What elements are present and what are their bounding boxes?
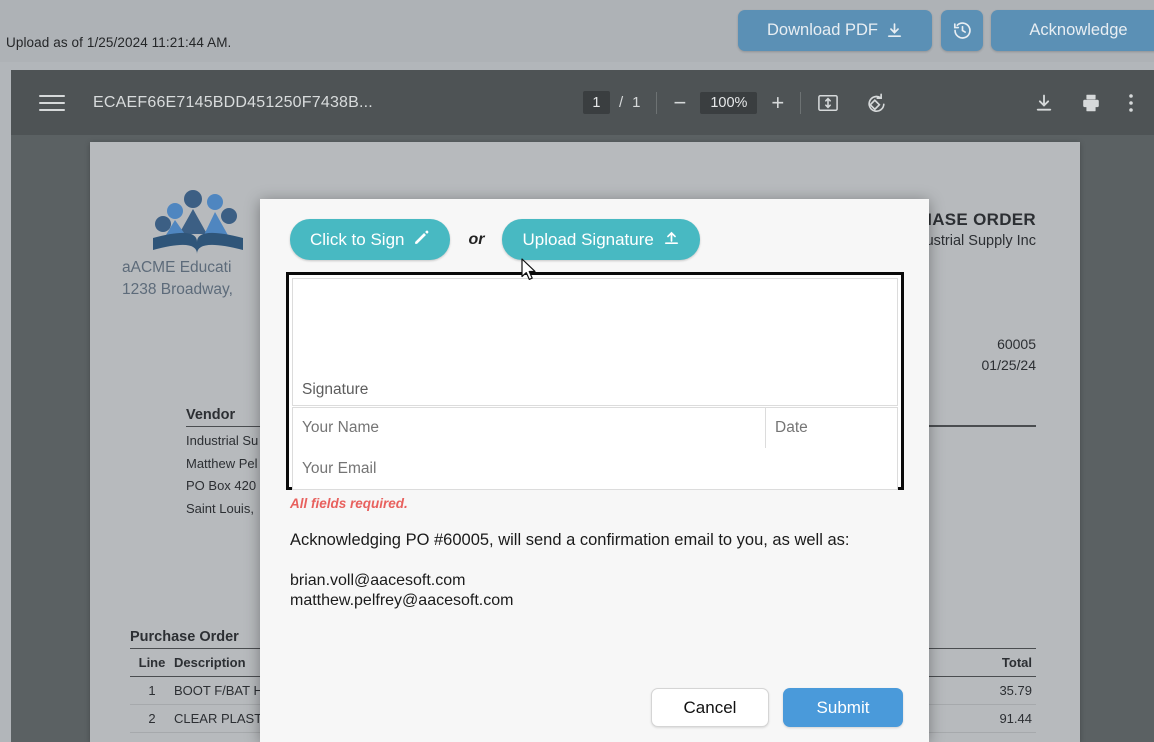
modal-footer-buttons: Cancel Submit xyxy=(651,688,903,727)
pdf-cell-line: 2 xyxy=(148,711,156,726)
toolbar-divider xyxy=(656,91,658,114)
fit-page-icon[interactable] xyxy=(817,93,839,113)
signature-placeholder-label: Signature xyxy=(302,381,369,398)
upload-signature-label: Upload Signature xyxy=(522,229,654,249)
download-pdf-button[interactable]: Download PDF xyxy=(738,10,932,51)
required-fields-note: All fields required. xyxy=(290,496,408,511)
page-total-label: 1 xyxy=(632,94,641,111)
zoom-level-label[interactable]: 100% xyxy=(700,91,758,114)
signature-method-buttons: Click to Sign or Upload Signature xyxy=(290,219,700,260)
pdf-doc-title: HASE ORDER xyxy=(919,210,1036,229)
top-app-bar: Upload as of 1/25/2024 11:21:44 AM. Down… xyxy=(0,0,1154,62)
hamburger-menu-icon[interactable] xyxy=(39,90,65,116)
pdf-company-address: aACME Educati 1238 Broadway, xyxy=(122,257,233,301)
click-to-sign-label: Click to Sign xyxy=(310,229,405,249)
history-button[interactable] xyxy=(941,10,983,51)
notification-email: matthew.pelfrey@aacesoft.com xyxy=(290,592,514,609)
or-label: or xyxy=(468,230,485,248)
pdf-company-line-2: 1238 Broadway, xyxy=(122,281,233,298)
pdf-po-meta: 60005 01/25/24 xyxy=(982,334,1037,376)
more-vertical-icon[interactable] xyxy=(1128,92,1134,114)
pdf-col-total: Total xyxy=(1001,655,1032,670)
zoom-controls: − 100% + xyxy=(673,91,784,114)
app-root: Upload as of 1/25/2024 11:21:44 AM. Down… xyxy=(0,0,1154,742)
cancel-button[interactable]: Cancel xyxy=(651,688,769,727)
toolbar-divider xyxy=(800,91,802,114)
upload-signature-button[interactable]: Upload Signature xyxy=(502,219,700,260)
pdf-company-line-1: aACME Educati xyxy=(122,259,232,276)
page-navigation: / 1 xyxy=(582,91,641,114)
pencil-icon xyxy=(413,229,430,251)
pdf-cell-total: 91.44 xyxy=(999,711,1032,726)
plus-icon[interactable]: + xyxy=(771,91,784,114)
rotate-counterclockwise-icon[interactable] xyxy=(865,92,887,114)
signature-modal: Click to Sign or Upload Signature Signat… xyxy=(260,199,929,742)
your-email-input[interactable] xyxy=(292,448,898,490)
toolbar-right-actions xyxy=(1034,92,1134,114)
printer-icon[interactable] xyxy=(1080,92,1102,114)
name-date-row xyxy=(292,407,898,449)
acknowledge-button[interactable]: Acknowledge xyxy=(991,10,1154,51)
signature-form-box: Signature xyxy=(286,272,904,490)
pdf-doc-title-block: HASE ORDER ustrial Supply Inc xyxy=(920,210,1036,249)
signature-canvas[interactable]: Signature xyxy=(292,278,898,406)
pdf-col-line: Line xyxy=(138,655,166,670)
download-icon xyxy=(886,22,903,39)
your-name-input[interactable] xyxy=(292,407,766,449)
pdf-doc-subtitle: ustrial Supply Inc xyxy=(925,233,1036,249)
click-to-sign-button[interactable]: Click to Sign xyxy=(290,219,451,260)
notification-email-list: brian.voll@aacesoft.com matthew.pelfrey@… xyxy=(290,571,513,611)
page-number-input[interactable] xyxy=(582,91,610,114)
pdf-filename-label: ECAEF66E7145BDD451250F7438B... xyxy=(93,93,373,111)
pdf-cell-total: 35.79 xyxy=(999,683,1032,698)
pdf-po-date: 01/25/24 xyxy=(981,357,1037,373)
date-input[interactable] xyxy=(766,407,898,449)
history-clock-icon xyxy=(952,20,973,41)
upload-icon xyxy=(663,229,680,251)
pdf-po-number: 60005 xyxy=(997,336,1036,352)
download-pdf-label: Download PDF xyxy=(767,21,878,39)
email-row xyxy=(292,448,898,490)
page-separator: / xyxy=(618,94,624,111)
upload-timestamp-label: Upload as of 1/25/2024 11:21:44 AM. xyxy=(6,35,232,50)
acknowledge-description: Acknowledging PO #60005, will send a con… xyxy=(290,531,850,549)
submit-button[interactable]: Submit xyxy=(783,688,903,727)
notification-email: brian.voll@aacesoft.com xyxy=(290,572,466,589)
acknowledge-label: Acknowledge xyxy=(1029,21,1128,39)
aacme-education-people-book-logo xyxy=(145,182,255,262)
download-icon[interactable] xyxy=(1034,93,1054,113)
pdf-cell-line: 1 xyxy=(148,683,156,698)
minus-icon[interactable]: − xyxy=(673,91,686,114)
pdf-viewer-toolbar: ECAEF66E7145BDD451250F7438B... / 1 − 100… xyxy=(11,70,1154,135)
